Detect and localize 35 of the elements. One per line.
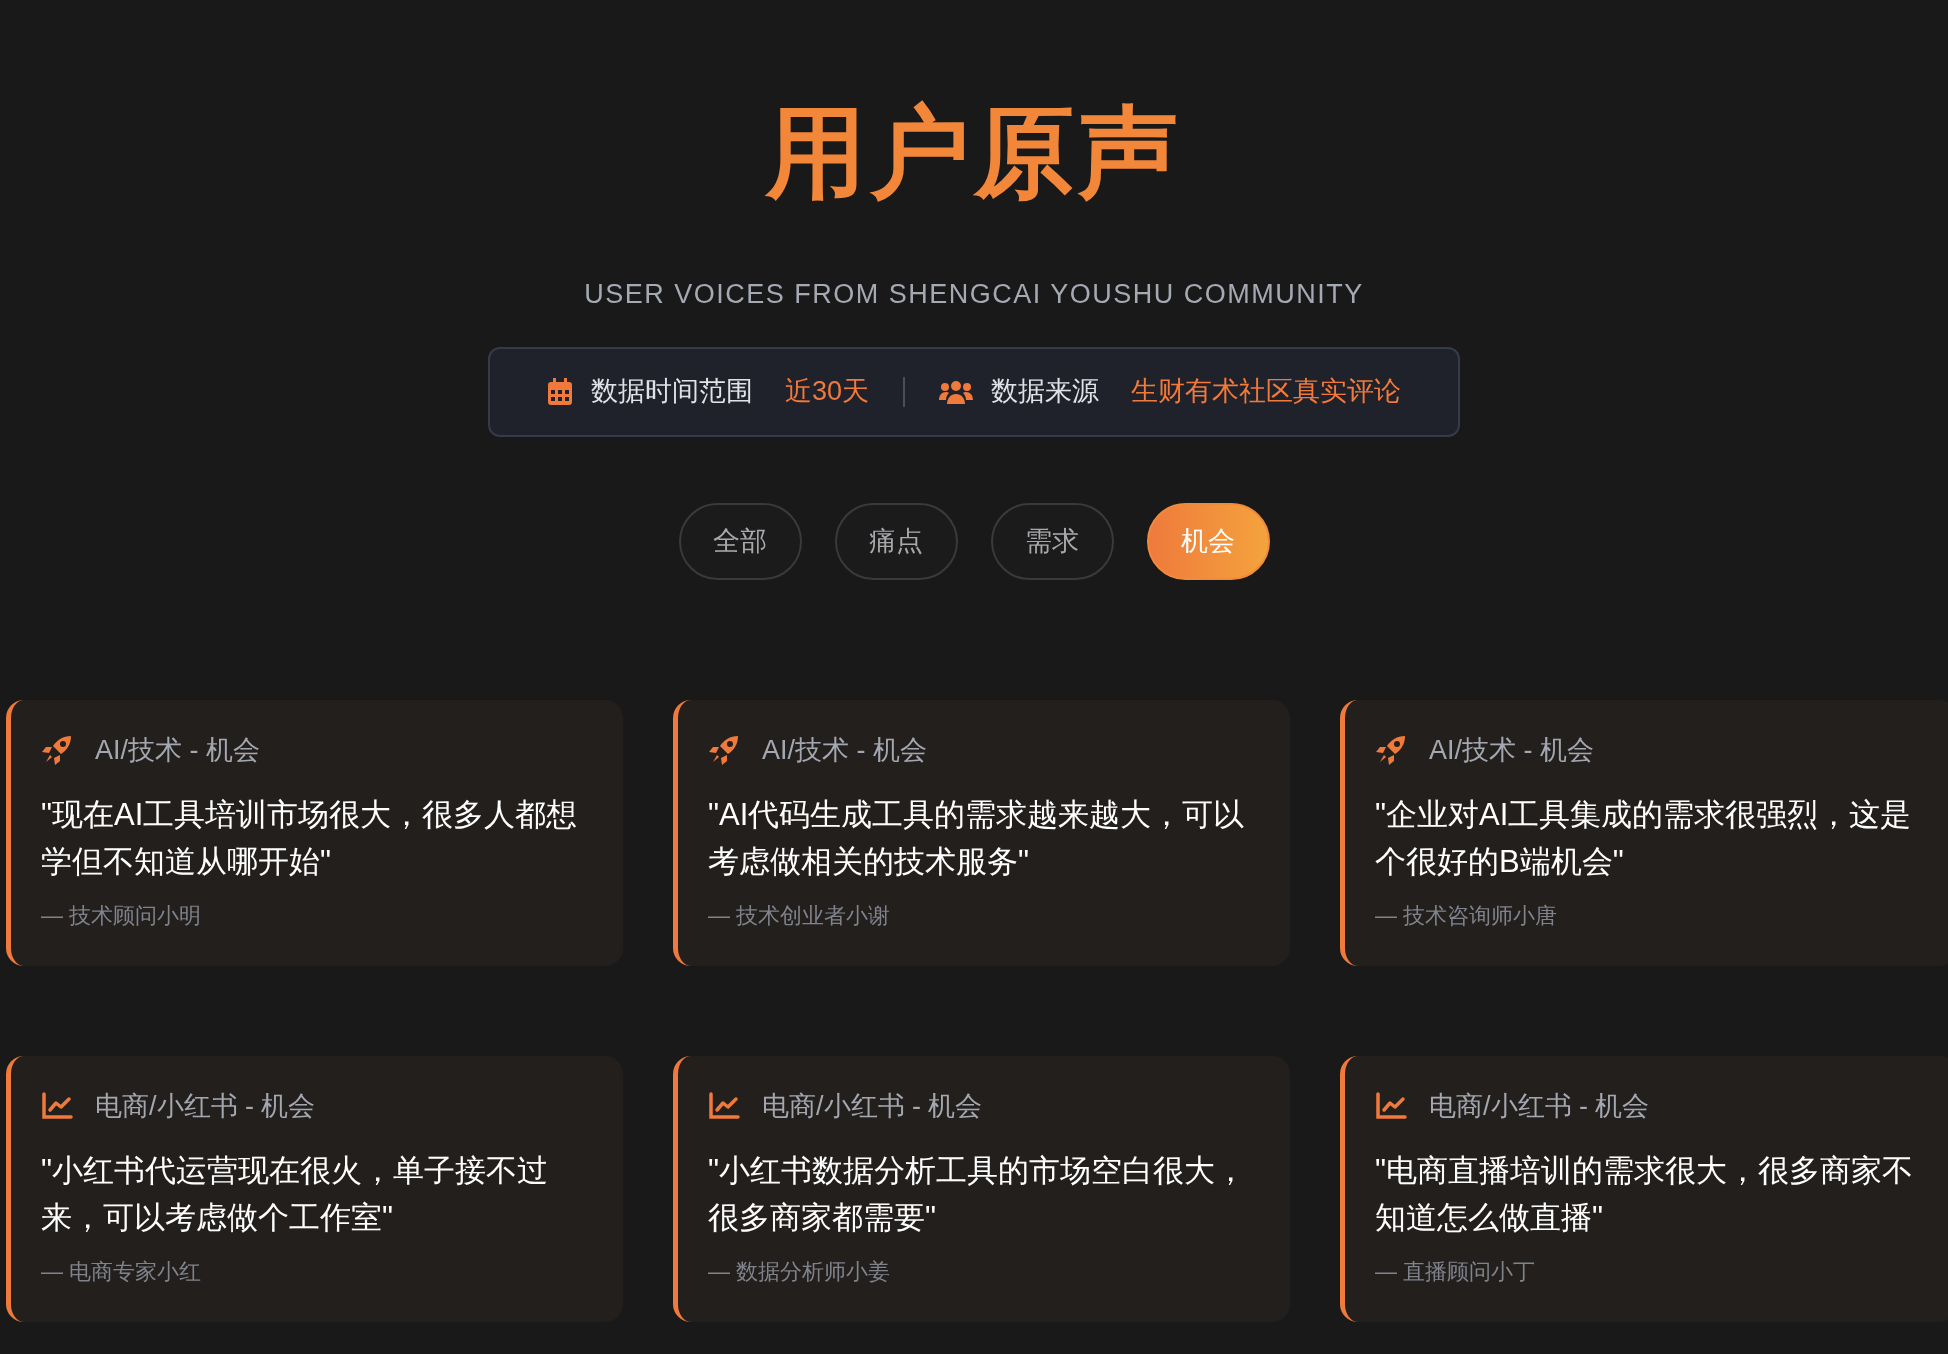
- info-value: 近30天: [784, 375, 869, 409]
- quote-author: — 技术创业者小谢: [708, 902, 892, 930]
- quote-text: "AI代码生成工具的需求越来越大，可以考虑做相关的技术服务": [708, 796, 1246, 881]
- quote-text: "小红书代运营现在很火，单子接不过来，可以考虑做个工作室": [41, 1152, 549, 1237]
- card-category: 电商/小红书 - 机会: [762, 1089, 983, 1123]
- quote-author: — 技术顾问小明: [41, 902, 203, 930]
- info-label: 数据时间范围: [590, 375, 753, 409]
- quote-text: "小红书数据分析工具的市场空白很大，很多商家都需要": [708, 1152, 1247, 1237]
- calendar-icon: [546, 377, 573, 406]
- quote-author: — 数据分析师小姜: [708, 1258, 892, 1286]
- card-category: AI/技术 - 机会: [1429, 733, 1594, 767]
- line-chart-icon: [708, 1091, 740, 1120]
- card-category: AI/技术 - 机会: [95, 733, 260, 767]
- filter-tab[interactable]: 痛点: [834, 502, 958, 580]
- filter-tab[interactable]: 需求: [990, 502, 1114, 580]
- quote-author: — 技术咨询师小唐: [1375, 902, 1559, 930]
- quote-author: — 电商专家小红: [41, 1258, 203, 1286]
- card-category: AI/技术 - 机会: [762, 733, 927, 767]
- info-value: 生财有术社区真实评论: [1131, 375, 1401, 409]
- line-chart-icon: [1375, 1091, 1407, 1120]
- card-category: 电商/小红书 - 机会: [1429, 1089, 1650, 1123]
- quote-text: "现在AI工具培训市场很大，很多人都想学但不知道从哪开始": [41, 796, 579, 881]
- rocket-icon: [1375, 733, 1407, 766]
- users-icon: [939, 379, 973, 404]
- rocket-icon: [708, 733, 740, 766]
- info-label: 数据来源: [991, 375, 1099, 409]
- quote-author: — 直播顾问小丁: [1375, 1258, 1537, 1286]
- line-chart-icon: [41, 1091, 73, 1120]
- quote-text: "电商直播培训的需求很大，很多商家不知道怎么做直播": [1375, 1152, 1914, 1237]
- card-category: 电商/小红书 - 机会: [95, 1089, 316, 1123]
- filter-tab[interactable]: 全部: [678, 502, 802, 580]
- rocket-icon: [41, 733, 73, 766]
- page-title: 用户原声: [764, 95, 1183, 210]
- quote-text: "企业对AI工具集成的需求很强烈，这是个很好的B端机会": [1375, 796, 1913, 881]
- page-subtitle: USER VOICES FROM SHENGCAI YOUSHU COMMUNITY: [584, 278, 1364, 311]
